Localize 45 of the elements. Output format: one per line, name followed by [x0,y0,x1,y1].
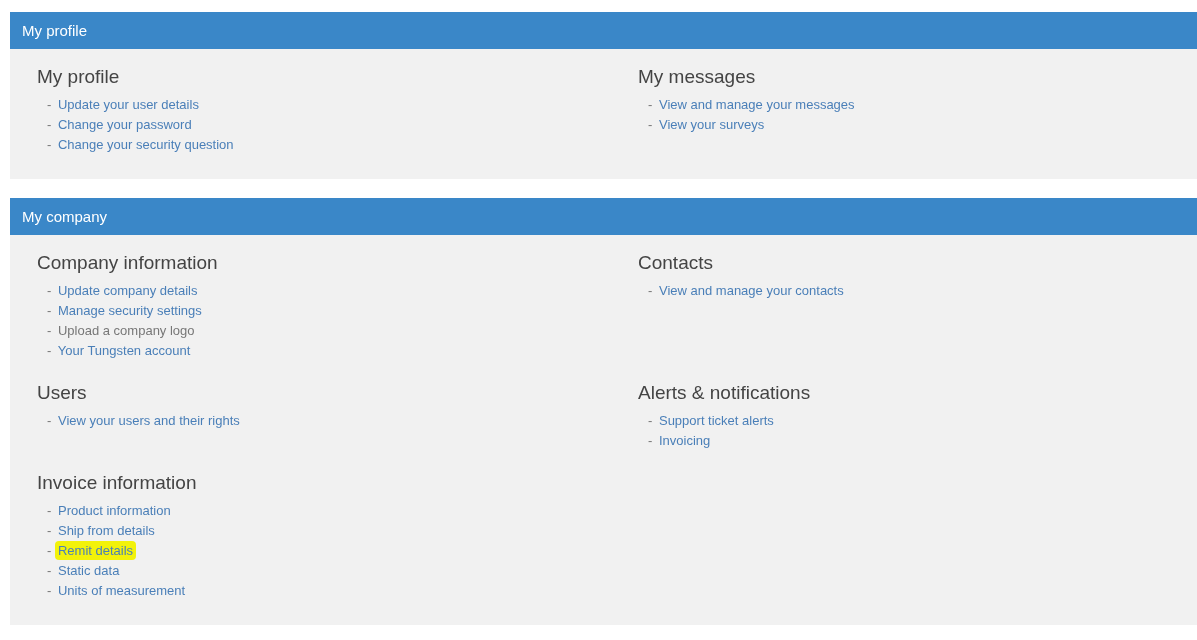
bullet: - [47,97,52,112]
bullet: - [47,283,52,298]
section-title: My messages [638,65,757,89]
panel-header: My profile [10,12,1197,49]
link[interactable]: Update your user details [57,97,199,112]
section-title: Company information [37,251,219,275]
bullet: - [648,413,653,428]
panel-header: My company [10,198,1197,235]
bullet: - [648,97,653,112]
bullet: - [648,117,653,132]
bullet: - [47,523,52,538]
link[interactable]: Remit details [54,541,137,560]
section-title: Contacts [638,251,714,275]
link[interactable]: View and manage your contacts [658,283,844,298]
bullet: - [47,137,52,152]
link[interactable]: Units of measurement [57,583,186,598]
link[interactable]: Product information [57,503,171,518]
link[interactable]: Change your security question [57,137,234,152]
link[interactable]: Support ticket alerts [658,413,774,428]
link[interactable]: View and manage your messages [658,97,855,112]
link[interactable]: Your Tungsten account [57,343,191,358]
bullet: - [47,117,52,132]
bullet: - [648,433,653,448]
bullet: - [47,563,52,578]
bullet: - [47,413,52,428]
bullet: - [47,503,52,518]
link[interactable]: Update company details [57,283,198,298]
link[interactable]: Invoicing [658,433,711,448]
section-title: Invoice information [37,471,198,495]
section-title: My profile [37,65,121,89]
bullet: - [648,283,653,298]
link[interactable]: Change your password [57,117,192,132]
link[interactable]: Static data [57,563,120,578]
link[interactable]: Ship from details [57,523,155,538]
bullet: - [47,543,52,558]
section-title: Alerts & notifications [638,381,812,405]
bullet: - [47,323,52,338]
link[interactable]: View your users and their rights [57,413,240,428]
bullet: - [47,303,52,318]
link[interactable]: View your surveys [658,117,765,132]
disabled-link: Upload a company logo [57,323,195,338]
bullet: - [47,583,52,598]
section-title: Users [37,381,88,405]
link[interactable]: Manage security settings [57,303,202,318]
bullet: - [47,343,52,358]
